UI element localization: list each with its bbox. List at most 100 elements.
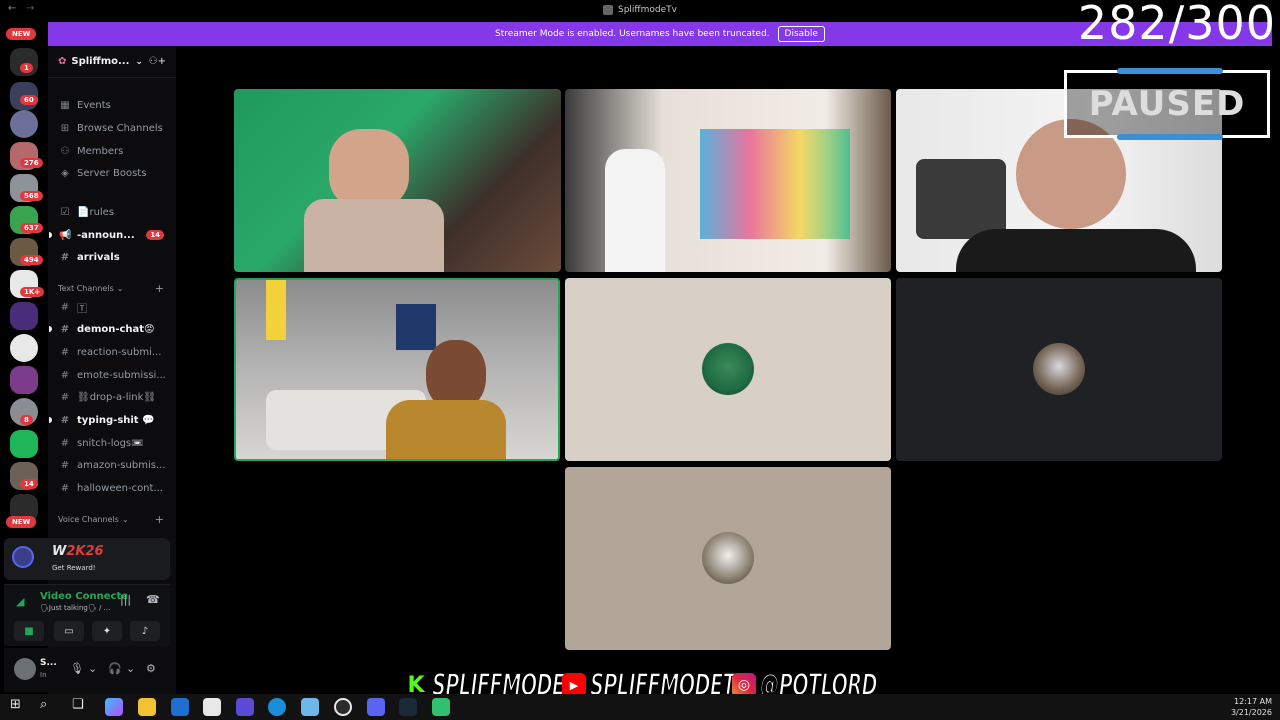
- channel-arrivals[interactable]: # arrivals: [48, 247, 176, 267]
- video-tile[interactable]: [565, 89, 891, 272]
- app-icon[interactable]: [432, 698, 450, 716]
- screen-share-button[interactable]: ▭: [54, 621, 84, 641]
- disable-streamer-mode-button[interactable]: Disable: [777, 26, 825, 42]
- microphone-icon[interactable]: 🎙: [70, 662, 84, 675]
- mention-badge: 568: [20, 191, 43, 201]
- participant-avatar: [1033, 343, 1085, 395]
- chevron-down-icon: ⌄: [116, 283, 124, 293]
- copilot-icon[interactable]: [105, 698, 123, 716]
- chevron-down-icon[interactable]: ⌄: [88, 662, 97, 675]
- disconnect-icon[interactable]: ☎: [146, 593, 160, 606]
- reward-promo-card[interactable]: W2K26 Get Reward!: [4, 538, 170, 580]
- file-explorer-icon[interactable]: [138, 698, 156, 716]
- forward-arrow-icon[interactable]: →: [26, 3, 34, 14]
- video-tile-speaking[interactable]: [234, 278, 560, 461]
- sidebar-item-label: Server Boosts: [77, 167, 147, 179]
- channel-label: ⛓drop-a-link⛓: [77, 391, 157, 403]
- hash-icon: #: [60, 251, 70, 263]
- channel-typing[interactable]: # typing-shit 💬: [48, 410, 176, 430]
- create-channel-icon[interactable]: +: [155, 513, 164, 526]
- store-icon[interactable]: [203, 698, 221, 716]
- kick-server-icon[interactable]: [10, 430, 38, 458]
- promo-title: W2K26: [52, 544, 104, 559]
- activities-icon: ✦: [102, 625, 112, 637]
- sidebar-item-label: Events: [77, 99, 111, 111]
- headphones-icon[interactable]: 🎧: [108, 662, 122, 675]
- mention-badge: 60: [20, 95, 38, 105]
- mention-badge: 14: [20, 479, 38, 489]
- video-tile[interactable]: [234, 89, 561, 272]
- server-icon[interactable]: [10, 366, 38, 394]
- outlook-icon[interactable]: [171, 698, 189, 716]
- edge-icon[interactable]: [268, 698, 286, 716]
- channel-demon-chat[interactable]: # demon-chat😡: [48, 319, 176, 339]
- channel-rules[interactable]: ☑ 📄rules: [48, 202, 176, 222]
- members-icon: ⚇: [60, 145, 70, 157]
- chevron-down-icon[interactable]: ⌄: [126, 662, 135, 675]
- signal-icon[interactable]: ◢: [16, 595, 24, 608]
- steam-icon[interactable]: [399, 698, 417, 716]
- channel-announcements[interactable]: 📢 -announ... 14: [48, 225, 176, 245]
- server-header[interactable]: ✿ Spliffmo... ⌄ ⚇+: [48, 46, 176, 78]
- voice-channel-detail[interactable]: 🗣Just talking🗣 / ...: [40, 604, 110, 612]
- noise-suppression-icon[interactable]: |||: [120, 593, 131, 606]
- unread-indicator: [49, 232, 52, 238]
- channel-reaction-submissions[interactable]: # reaction-submi...: [48, 342, 176, 362]
- windows-start-icon[interactable]: ⊞: [10, 697, 21, 712]
- search-icon[interactable]: ⌕: [40, 697, 47, 712]
- channel-emote-submissions[interactable]: # emote-submissi...: [48, 365, 176, 385]
- sidebar-item-members[interactable]: ⚇ Members: [48, 141, 176, 161]
- browse-icon: ⊞: [60, 122, 70, 134]
- obs-icon[interactable]: [334, 698, 352, 716]
- sidebar-item-browse-channels[interactable]: ⊞ Browse Channels: [48, 118, 176, 138]
- paused-overlay: PAUSED: [1064, 68, 1270, 140]
- server-icon[interactable]: [10, 302, 38, 330]
- video-tile-audio-only[interactable]: [565, 467, 891, 650]
- user-status: In: [40, 671, 47, 679]
- app-icon[interactable]: [301, 698, 319, 716]
- hash-icon: #: [60, 301, 70, 313]
- server-icon[interactable]: [10, 334, 38, 362]
- hash-icon: #: [60, 391, 70, 403]
- channel-drop-a-link[interactable]: # ⛓drop-a-link⛓: [48, 387, 176, 407]
- new-badge: NEW: [6, 28, 37, 40]
- channel-label: -announ...: [77, 229, 135, 241]
- promo-title-prefix: W: [52, 544, 67, 559]
- category-label: Text Channels: [58, 283, 114, 293]
- app-icon[interactable]: [236, 698, 254, 716]
- discord-icon[interactable]: [367, 698, 385, 716]
- video-tile-audio-only[interactable]: [896, 278, 1222, 461]
- camera-button[interactable]: ■: [14, 621, 44, 641]
- system-clock[interactable]: 12:17 AM 3/21/2026: [1231, 696, 1272, 718]
- avatar[interactable]: [14, 658, 36, 680]
- category-text-channels[interactable]: Text Channels ⌄ +: [48, 280, 176, 296]
- participant-shirt: [386, 400, 506, 459]
- channel-amazon-submissions[interactable]: # amazon-submis...: [48, 455, 176, 475]
- activities-button[interactable]: ✦: [92, 621, 122, 641]
- calendar-icon: ▦: [60, 99, 70, 111]
- user-name[interactable]: S...: [40, 658, 57, 668]
- category-voice-channels[interactable]: Voice Channels ⌄ +: [48, 511, 176, 527]
- task-view-icon[interactable]: ❏: [72, 697, 84, 712]
- gear-icon[interactable]: ⚙: [146, 662, 156, 675]
- channel-snitch-logs[interactable]: # snitch-logs📼: [48, 433, 176, 453]
- channel-halloween-contest[interactable]: # halloween-cont...: [48, 478, 176, 498]
- unread-indicator: [49, 417, 52, 423]
- sidebar-item-server-boosts[interactable]: ◈ Server Boosts: [48, 163, 176, 183]
- reward-orb-icon: [12, 546, 34, 568]
- add-user-icon[interactable]: ⚇+: [149, 56, 166, 67]
- soundboard-button[interactable]: ♪: [130, 621, 160, 641]
- voice-status[interactable]: Video Connecte: [40, 591, 128, 602]
- office-chair: [916, 159, 1006, 239]
- create-channel-icon[interactable]: +: [155, 282, 164, 295]
- sidebar-item-events[interactable]: ▦ Events: [48, 95, 176, 115]
- server-name: Spliffmo...: [71, 56, 130, 67]
- mention-badge: 1: [20, 63, 33, 73]
- unread-indicator: [49, 326, 52, 332]
- channel-t[interactable]: # 🅃: [48, 297, 176, 317]
- participant-shirt: [304, 199, 444, 272]
- back-arrow-icon[interactable]: ←: [8, 3, 16, 14]
- video-tile-audio-only[interactable]: [565, 278, 891, 461]
- server-icon[interactable]: [10, 110, 38, 138]
- megaphone-icon: 📢: [59, 229, 72, 241]
